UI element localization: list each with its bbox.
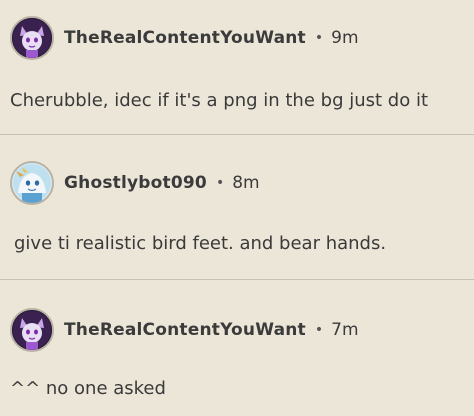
comment-username[interactable]: TheRealContentYouWant	[64, 28, 306, 48]
comment-timestamp: 8m	[232, 173, 260, 193]
comment-item: Ghostlybot090 • 8m give ti realistic bir…	[0, 135, 474, 279]
comment-text: Cherubble, idec if it's a png in the bg …	[10, 90, 428, 111]
comment-timestamp: 7m	[331, 320, 359, 340]
ghost-character-avatar-icon[interactable]	[10, 161, 54, 205]
comment-header: TheRealContentYouWant • 9m	[10, 14, 359, 62]
comment-header: TheRealContentYouWant • 7m	[10, 306, 359, 354]
comment-username[interactable]: TheRealContentYouWant	[64, 320, 306, 340]
comment-text: ^^ no one asked	[10, 378, 166, 399]
comment-feed: TheRealContentYouWant • 9m Cherubble, id…	[0, 0, 474, 416]
separator-dot: •	[314, 30, 324, 46]
comment-timestamp: 9m	[331, 28, 359, 48]
comment-text: give ti realistic bird feet. and bear ha…	[14, 233, 387, 254]
separator-dot: •	[215, 175, 225, 191]
purple-character-avatar-icon[interactable]	[10, 308, 54, 352]
purple-character-avatar-icon[interactable]	[10, 16, 54, 60]
comment-item: TheRealContentYouWant • 9m Cherubble, id…	[0, 0, 474, 134]
separator-dot: •	[314, 322, 324, 338]
comment-header: Ghostlybot090 • 8m	[10, 159, 260, 207]
comment-item: TheRealContentYouWant • 7m ^^ no one ask…	[0, 280, 474, 416]
comment-username[interactable]: Ghostlybot090	[64, 173, 207, 193]
